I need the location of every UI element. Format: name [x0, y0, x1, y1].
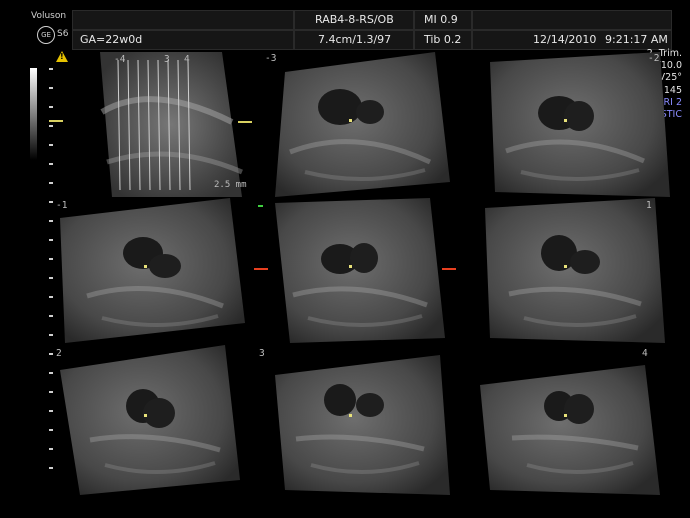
ultrasound-slice-image	[60, 345, 240, 495]
slice-spacing-label: 2.5 mm	[214, 180, 247, 190]
slice-label: 3	[259, 348, 265, 359]
reference-image	[100, 52, 243, 197]
mi-value: MI 0.9	[424, 13, 458, 26]
gestational-age: GA=22w0d	[80, 33, 143, 46]
ge-logo-icon: GE	[37, 26, 55, 44]
reference-slice-marker	[238, 121, 252, 123]
active-slice-top-marker	[258, 205, 263, 207]
slice-label: -1	[56, 200, 68, 211]
slice-center-marker	[564, 118, 567, 122]
slice-center-marker	[349, 414, 352, 417]
slice-panel[interactable]	[255, 198, 455, 343]
brand-model: S6	[57, 29, 69, 39]
slice-panel[interactable]: 3	[255, 345, 455, 495]
active-slice-right-marker	[442, 268, 456, 270]
exam-date: 12/14/2010	[533, 33, 597, 46]
ultrasound-slice-image	[275, 355, 450, 495]
depth-scale-tick	[49, 87, 53, 89]
slice-label: 1	[646, 200, 652, 211]
depth-scale-tick	[49, 144, 53, 146]
slice-center-marker	[349, 264, 352, 268]
slice-panel[interactable]: -2	[470, 52, 670, 197]
ultrasound-slice-image	[485, 198, 665, 343]
slice-center-marker	[349, 118, 352, 122]
grayscale-bar	[30, 68, 37, 160]
depth-scale-tick	[49, 106, 53, 108]
header-bar-1-left	[72, 10, 294, 30]
brand-name: Voluson	[31, 11, 67, 21]
slice-label: 4	[642, 348, 648, 359]
slice-label: 2	[56, 348, 62, 359]
slice-center-marker	[564, 414, 567, 417]
left-scale-marker	[49, 120, 63, 122]
slice-panel[interactable]: -1	[50, 198, 250, 343]
depth-scale-tick	[49, 182, 53, 184]
ref-label-left: -4	[114, 54, 126, 65]
slice-center-marker	[564, 264, 567, 268]
depth-scale-tick	[49, 125, 53, 127]
tib-value: Tib 0.2	[424, 33, 462, 46]
slice-panel[interactable]: 1	[470, 198, 670, 343]
ultrasound-slice-image	[275, 198, 445, 343]
exam-time: 9:21:17 AM	[605, 33, 668, 46]
depth-value: 7.4cm/1.3/97	[318, 33, 392, 46]
ref-label-mid: 3	[164, 54, 170, 65]
slice-center-marker	[144, 414, 147, 417]
ultrasound-slice-image	[275, 52, 450, 197]
slice-panel[interactable]: 2	[50, 345, 250, 495]
slice-panel[interactable]: -3	[255, 52, 455, 197]
depth-scale-tick	[49, 68, 53, 70]
probe-label: RAB4-8-RS/OB	[315, 13, 394, 26]
active-slice-left-marker	[254, 268, 268, 270]
header-bar-1-right	[472, 10, 672, 30]
ultrasound-slice-image	[60, 198, 245, 343]
warning-icon: !	[56, 51, 68, 62]
ultrasound-slice-image	[490, 52, 670, 197]
slice-label: -2	[648, 53, 660, 64]
depth-scale-tick	[49, 163, 53, 165]
ultrasound-slice-image	[480, 365, 660, 495]
slice-panel[interactable]: 4	[470, 345, 670, 495]
ref-label-right: 4	[184, 54, 190, 65]
slice-label: -3	[265, 53, 277, 64]
slice-center-marker	[144, 264, 147, 268]
reference-slice-panel[interactable]: -4 3 4 2.5 mm	[92, 52, 252, 197]
